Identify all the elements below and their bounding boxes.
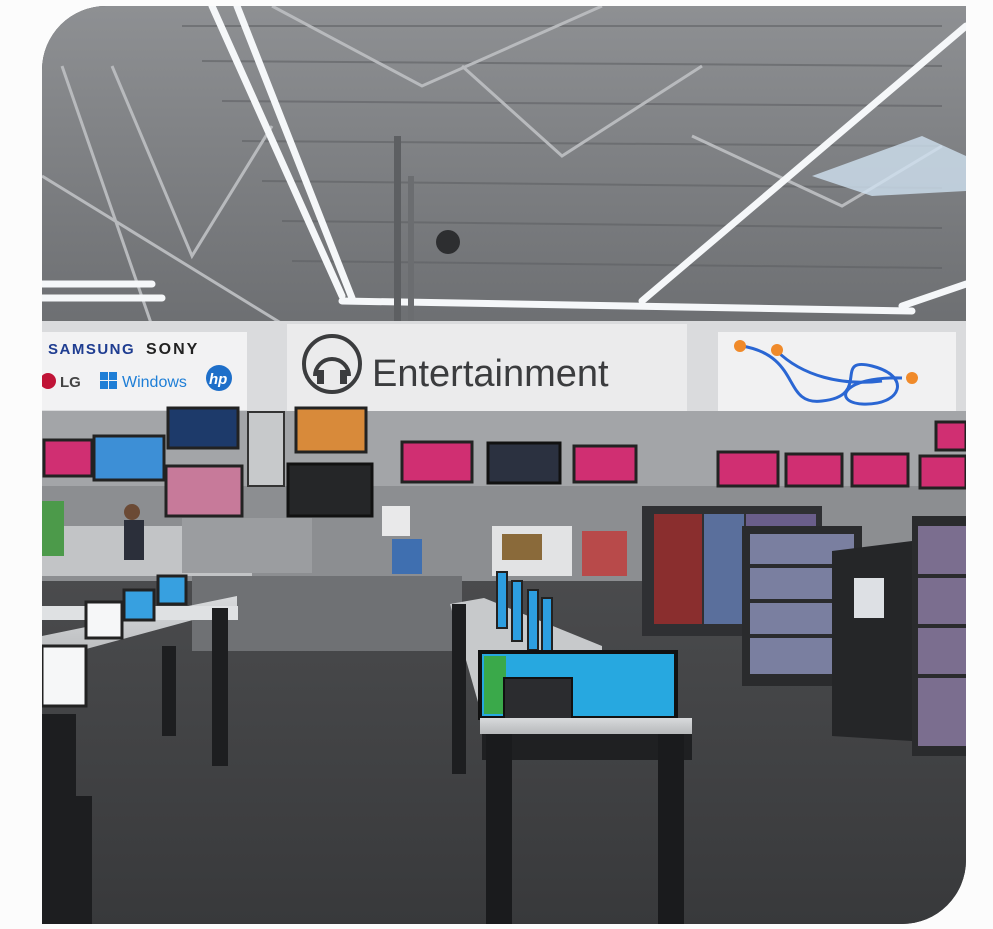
- hp-logo: hp: [209, 371, 227, 388]
- windows-logo: Windows: [122, 374, 187, 391]
- department-sign-band: SAMSUNG SONY LG Windows hp Entertainment: [42, 321, 966, 421]
- store-photo: SAMSUNG SONY LG Windows hp Entertainment: [42, 6, 966, 924]
- laptop: [503, 677, 573, 723]
- lg-logo: LG: [60, 374, 81, 391]
- department-title: Entertainment: [372, 353, 609, 395]
- samsung-logo: SAMSUNG: [48, 341, 135, 358]
- earbuds-panel: [718, 332, 956, 416]
- sony-logo: SONY: [146, 341, 199, 358]
